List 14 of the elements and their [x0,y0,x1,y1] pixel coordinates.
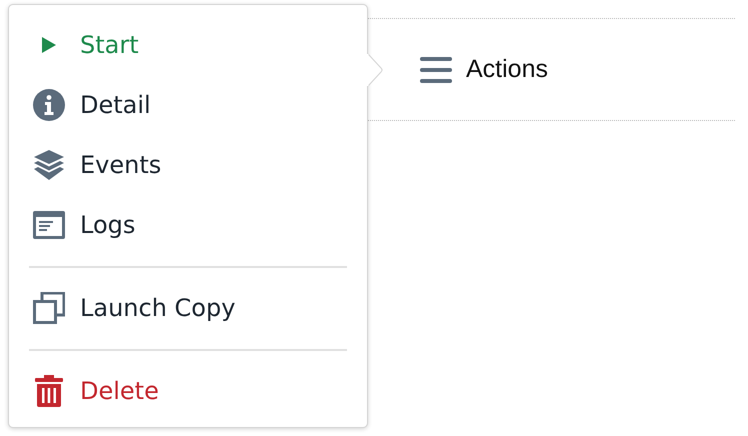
info-icon [33,89,65,121]
menu-item[interactable]: Launch Copy [9,278,367,338]
actions-button[interactable]: Actions [420,51,548,88]
menu-item[interactable]: Delete [9,361,367,421]
layers-icon [33,149,65,181]
play-icon [42,37,56,53]
menu-icon [420,56,452,82]
menu-item[interactable]: Logs [9,195,367,255]
trash-icon [35,375,63,407]
window-icon [33,211,65,239]
menu-item[interactable]: Detail [9,75,367,135]
copy-icon [33,292,65,324]
menu-item[interactable]: Start [9,15,367,75]
menu-item[interactable]: Events [9,135,367,195]
